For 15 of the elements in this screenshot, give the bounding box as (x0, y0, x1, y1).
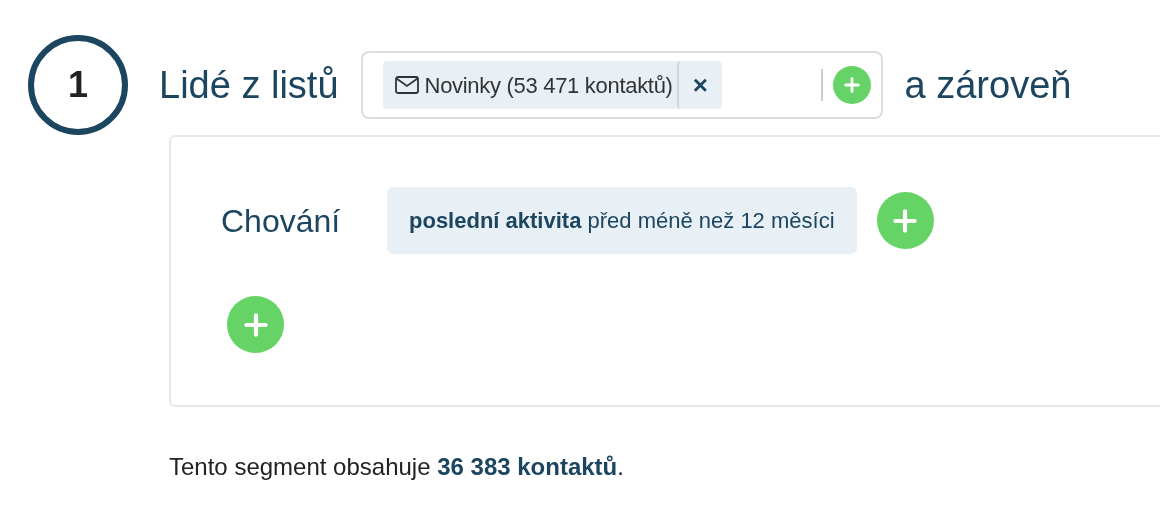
list-label: Novinky (53 471 kontaktů) (424, 71, 673, 100)
add-button[interactable] (876, 192, 934, 249)
step-number: 1 (28, 35, 128, 135)
envelope-icon (394, 76, 419, 94)
list-field[interactable]: Novinky (53 471 kontaktů) × (360, 51, 883, 119)
condition-category: Chování (221, 201, 342, 241)
step-title: Lidé z listů (159, 62, 339, 108)
remove-button[interactable]: × (676, 61, 722, 109)
plus-icon (893, 208, 918, 233)
conjunction-text: a zároveň (904, 62, 1072, 108)
plus-icon (843, 77, 860, 93)
add-button[interactable] (227, 296, 284, 353)
add-button[interactable] (832, 66, 871, 104)
plus-icon (243, 312, 268, 337)
segment-summary: Tento segment obsahuje 36 383 kontaktů. (169, 452, 625, 482)
